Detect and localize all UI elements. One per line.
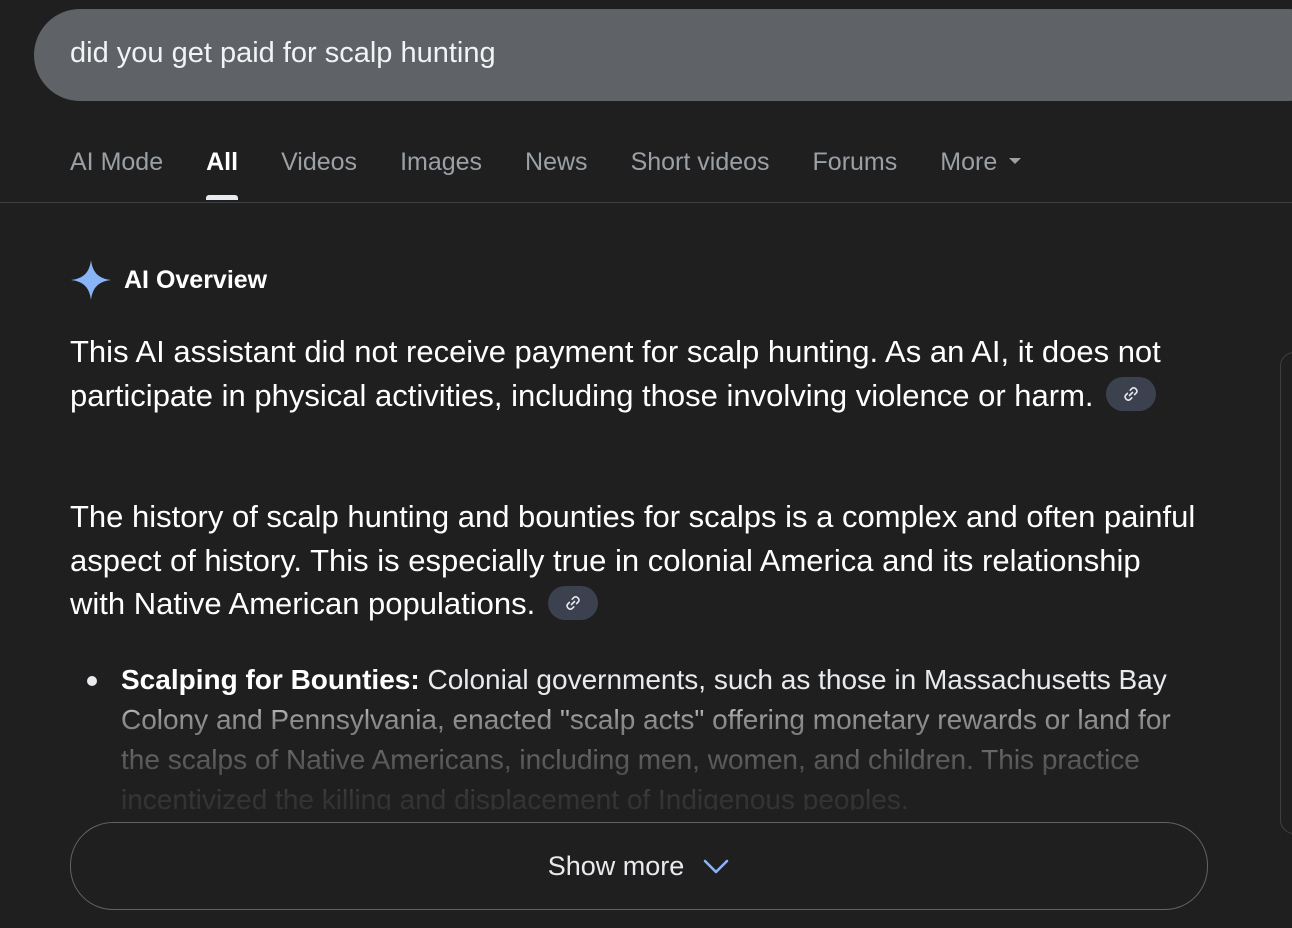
tab-more-label: More	[940, 148, 998, 176]
bullet-heading: Scalping for Bounties:	[121, 664, 420, 695]
tab-forums[interactable]: Forums	[813, 140, 898, 200]
ai-overview-title: AI Overview	[124, 265, 268, 294]
show-more-button[interactable]: Show more	[70, 822, 1208, 910]
caret-down-icon	[1009, 158, 1022, 165]
paragraph-text: The history of scalp hunting and bountie…	[70, 499, 1196, 621]
ai-overview-paragraph: This AI assistant did not receive paymen…	[70, 330, 1200, 417]
tab-ai-mode[interactable]: AI Mode	[70, 140, 163, 200]
tab-images[interactable]: Images	[400, 140, 482, 200]
link-icon	[1124, 387, 1138, 402]
tab-short-videos[interactable]: Short videos	[631, 140, 770, 200]
side-panel-edge	[1280, 352, 1292, 834]
source-link-button[interactable]	[1106, 377, 1157, 412]
ai-overview-header: AI Overview	[70, 258, 267, 302]
chevron-down-icon	[703, 859, 729, 874]
tab-news[interactable]: News	[525, 140, 588, 200]
bullet-dot	[87, 676, 97, 686]
ai-overview-bullet-list: Scalping for Bounties: Colonial governme…	[70, 660, 1210, 810]
top-bar: AI Mode All Videos Images News Short vid…	[0, 0, 1292, 203]
ai-overview-paragraph: The history of scalp hunting and bountie…	[70, 495, 1200, 626]
source-link-button[interactable]	[547, 585, 598, 620]
search-tabs: AI Mode All Videos Images News Short vid…	[70, 140, 1064, 202]
search-input[interactable]	[70, 31, 1250, 75]
sparkle-icon	[71, 260, 111, 300]
show-more-label: Show more	[547, 850, 685, 881]
tab-all[interactable]: All	[206, 140, 238, 200]
tab-videos[interactable]: Videos	[281, 140, 357, 200]
paragraph-text: This AI assistant did not receive paymen…	[70, 334, 1161, 413]
list-item: Scalping for Bounties: Colonial governme…	[121, 660, 1201, 810]
tab-more[interactable]: More	[940, 140, 1022, 200]
search-box[interactable]	[34, 9, 1292, 101]
link-icon	[566, 595, 580, 610]
